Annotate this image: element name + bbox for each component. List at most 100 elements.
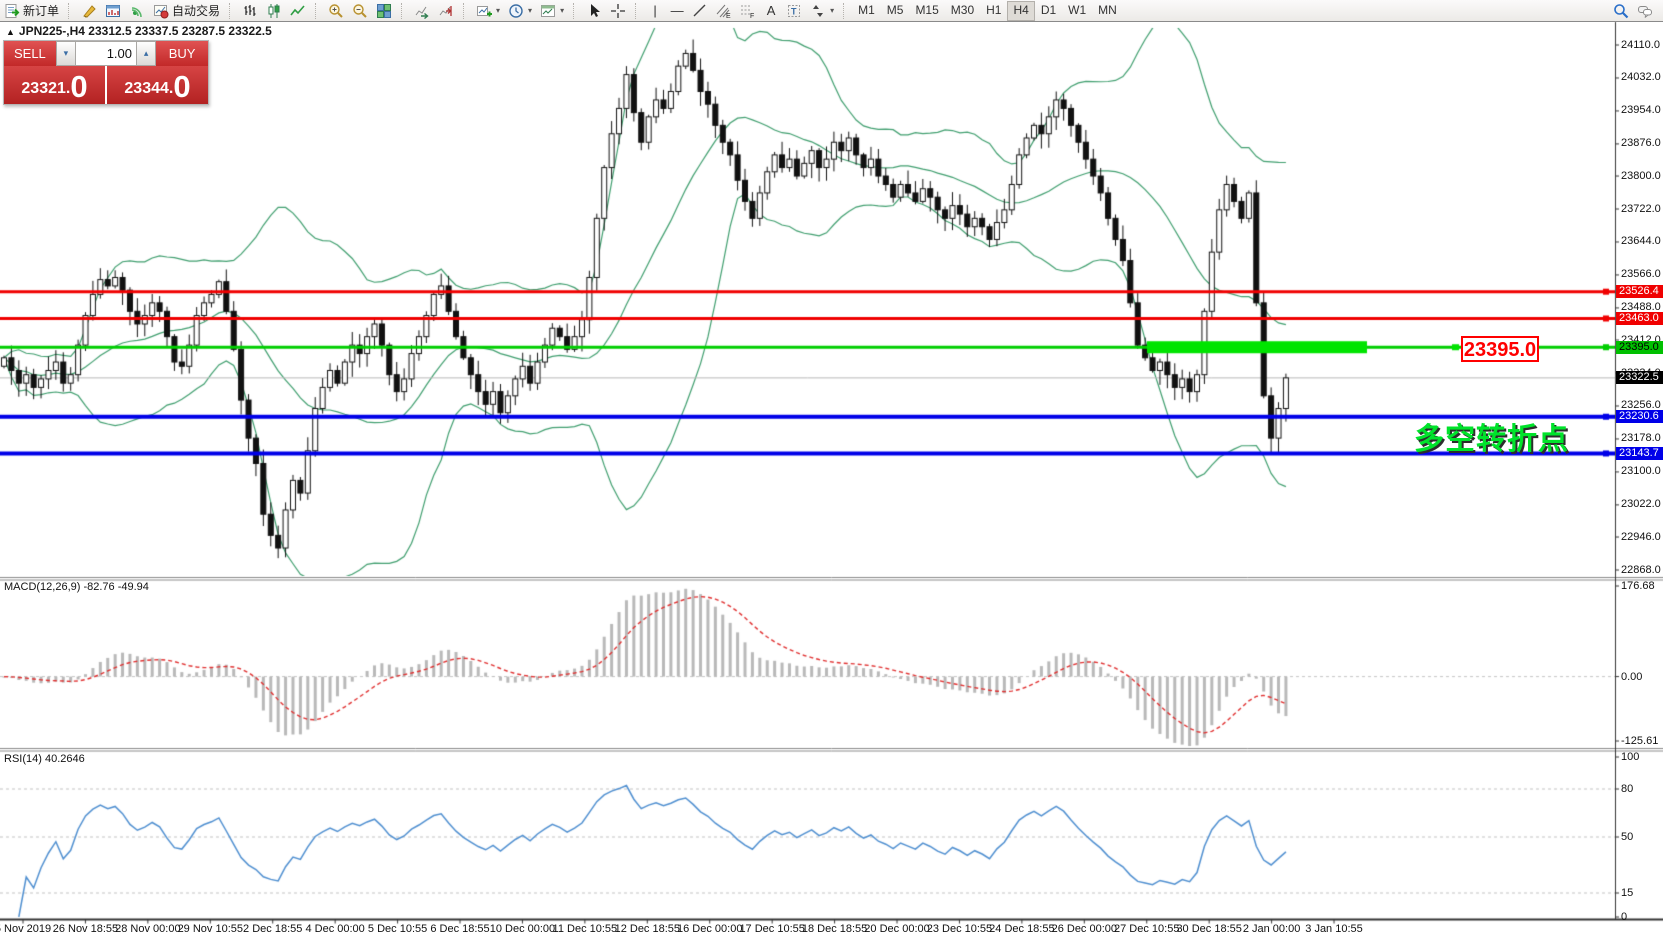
periods-button[interactable]: ▾: [504, 1, 536, 20]
timeframe-M15[interactable]: M15: [909, 1, 944, 19]
y-axis-label: 23644.0: [1621, 235, 1663, 247]
toolbar-separator: [843, 3, 849, 19]
buy-price-display[interactable]: 23344.0: [107, 66, 208, 104]
channel-tool[interactable]: E: [712, 1, 736, 20]
vertical-line-tool[interactable]: |: [644, 1, 666, 20]
price-tag: 23463.0: [1616, 312, 1663, 325]
toolbar-separator: [573, 3, 579, 19]
volume-decrease-button[interactable]: ▾: [56, 41, 76, 66]
templates-button[interactable]: ▾: [536, 1, 568, 20]
trendline-tool[interactable]: [688, 1, 712, 20]
buy-price-big-digit: 0: [173, 71, 190, 102]
timeframe-H4[interactable]: H4: [1007, 1, 1034, 21]
timeframe-M1[interactable]: M1: [852, 1, 881, 19]
chart-canvas[interactable]: [0, 0, 1663, 941]
search-button[interactable]: [1609, 1, 1633, 20]
timeframe-H1[interactable]: H1: [980, 1, 1007, 19]
volume-input[interactable]: [76, 41, 136, 66]
tile-windows-button[interactable]: [372, 1, 396, 20]
tile-windows-icon: [376, 3, 392, 19]
rsi-scale-label: 15: [1621, 887, 1663, 899]
sell-price-big-digit: 0: [70, 71, 87, 102]
cursor-icon: [586, 3, 602, 19]
dropdown-arrow-icon: ▾: [830, 6, 834, 15]
macd-label: MACD(12,26,9) -82.76 -49.94: [4, 581, 149, 593]
channel-icon: E: [716, 3, 732, 19]
horizontal-line-tool[interactable]: —: [666, 1, 688, 20]
signals-button[interactable]: [125, 1, 149, 20]
charts-window-button[interactable]: [101, 1, 125, 20]
crosshair-icon: [610, 3, 626, 19]
rsi-scale-label: 50: [1621, 831, 1663, 843]
volume-increase-button[interactable]: ▴: [136, 41, 156, 66]
svg-text:F: F: [750, 13, 754, 19]
templates-icon: [540, 3, 556, 19]
svg-text:E: E: [726, 13, 731, 19]
sell-button[interactable]: SELL: [4, 41, 56, 66]
macd-scale-label: 176.68: [1621, 580, 1663, 592]
indicators-button[interactable]: ▾: [472, 1, 504, 20]
timeframe-W1[interactable]: W1: [1062, 1, 1092, 19]
bar-chart-icon: [242, 3, 258, 19]
buy-button[interactable]: BUY: [156, 41, 208, 66]
x-axis-label: 16 Dec 00:00: [677, 923, 742, 935]
pencil-button[interactable]: [77, 1, 101, 20]
sell-price-main: 23321: [21, 76, 66, 102]
spinner-down-icon: ▾: [64, 48, 69, 59]
x-axis-label: 12 Dec 18:55: [615, 923, 680, 935]
x-axis-label: 4 Dec 00:00: [305, 923, 364, 935]
chat-button[interactable]: [1633, 1, 1657, 20]
candlestick-chart-button[interactable]: [262, 1, 286, 20]
dropdown-arrow-icon: ▾: [528, 6, 532, 15]
chat-icon: [1637, 3, 1653, 19]
line-chart-button[interactable]: [286, 1, 310, 20]
timeframe-D1[interactable]: D1: [1035, 1, 1062, 19]
chart-title: ▲ JPN225-,H4 23312.5 23337.5 23287.5 2332…: [6, 24, 272, 38]
collapse-icon[interactable]: ▲: [6, 27, 15, 37]
toolbar-separator: [68, 3, 74, 19]
text-tool[interactable]: A: [760, 1, 782, 20]
fibonacci-tool[interactable]: F: [736, 1, 760, 20]
x-axis-label: 29 Nov 10:55: [178, 923, 243, 935]
bar-chart-button[interactable]: [238, 1, 262, 20]
arrows-tool[interactable]: ▾: [806, 1, 838, 20]
pencil-icon: [81, 3, 97, 19]
toolbar-separator: [463, 3, 469, 19]
crosshair-button[interactable]: [606, 1, 630, 20]
price-callout-box[interactable]: 23395.0: [1461, 336, 1539, 362]
y-axis-label: 23954.0: [1621, 104, 1663, 116]
macd-scale-label: -125.61: [1621, 735, 1663, 747]
timeframe-MN[interactable]: MN: [1092, 1, 1123, 19]
x-axis-label: 10 Dec 00:00: [490, 923, 555, 935]
y-axis-label: 23022.0: [1621, 498, 1663, 510]
toolbar-separator: [401, 3, 407, 19]
timeframe-M30[interactable]: M30: [945, 1, 980, 19]
price-tag: 23395.0: [1616, 341, 1663, 354]
new-order-button[interactable]: 新订单: [0, 1, 63, 20]
autotrading-icon: [153, 3, 169, 19]
timeframe-M5[interactable]: M5: [881, 1, 910, 19]
symbol-ohlc-text: JPN225-,H4 23312.5 23337.5 23287.5 23322…: [19, 24, 272, 38]
buy-price-main: 23344: [124, 76, 169, 102]
zoom-in-button[interactable]: [324, 1, 348, 20]
x-axis-label: 28 Nov 00:00: [115, 923, 180, 935]
rsi-scale-label: 80: [1621, 783, 1663, 795]
autotrading-label: 自动交易: [172, 2, 220, 19]
y-axis-label: 23100.0: [1621, 465, 1663, 477]
y-axis-label: 23876.0: [1621, 137, 1663, 149]
dropdown-arrow-icon: ▾: [560, 6, 564, 15]
y-axis-label: 22946.0: [1621, 531, 1663, 543]
x-axis-label: 2 Dec 18:55: [243, 923, 302, 935]
macd-scale-label: 0.00: [1621, 671, 1663, 683]
zoom-out-button[interactable]: [348, 1, 372, 20]
autotrading-button[interactable]: 自动交易: [149, 1, 224, 20]
toolbar: 新订单 自动交易 ▾ ▾ ▾ | — E F A T: [0, 0, 1663, 22]
chart-shift-icon: [438, 3, 454, 19]
auto-scroll-button[interactable]: [410, 1, 434, 20]
label-tool[interactable]: T: [782, 1, 806, 20]
turning-point-annotation[interactable]: 多空转折点: [1414, 414, 1569, 458]
sell-price-display[interactable]: 23321.0: [4, 66, 105, 104]
chart-shift-button[interactable]: [434, 1, 458, 20]
cursor-button[interactable]: [582, 1, 606, 20]
current-price-tag: 23322.5: [1616, 371, 1663, 384]
